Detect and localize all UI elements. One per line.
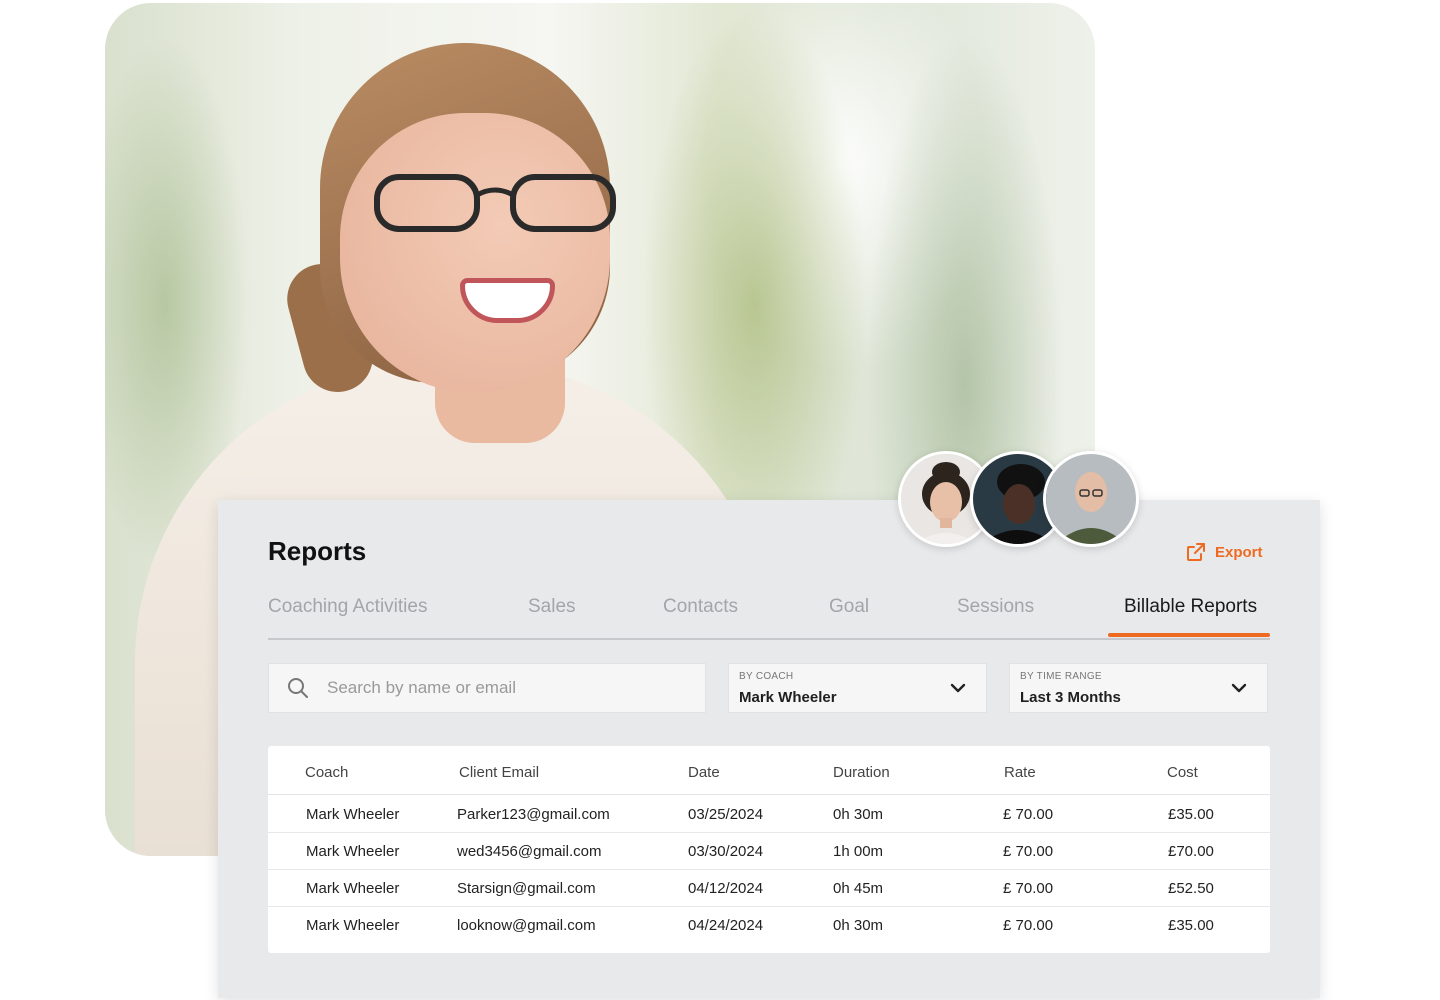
- cell-date: 04/24/2024: [688, 917, 764, 934]
- external-link-icon: [1187, 543, 1205, 561]
- coach-filter-label: BY COACH: [739, 671, 794, 682]
- table-row[interactable]: Mark Wheeler Parker123@gmail.com 03/25/2…: [268, 795, 1270, 833]
- cell-duration: 0h 30m: [833, 917, 884, 934]
- tab-billable-reports[interactable]: Billable Reports: [1124, 596, 1257, 638]
- column-header-cost[interactable]: Cost: [1167, 764, 1198, 781]
- cell-client-email: Starsign@gmail.com: [457, 880, 596, 897]
- avatar-man-bald-portrait: [1046, 454, 1136, 544]
- cell-duration: 1h 00m: [833, 843, 884, 860]
- search-icon: [288, 678, 308, 698]
- time-range-filter-select[interactable]: BY TIME RANGE Last 3 Months: [1009, 663, 1268, 713]
- avatar-man-bald: [1043, 451, 1139, 547]
- reports-card: Reports Export Coaching Activities Sales…: [218, 500, 1320, 998]
- tab-goal[interactable]: Goal: [829, 596, 869, 638]
- table-row[interactable]: Mark Wheeler Starsign@gmail.com 04/12/20…: [268, 869, 1270, 907]
- cell-client-email: looknow@gmail.com: [457, 917, 596, 934]
- cell-duration: 0h 30m: [833, 806, 884, 823]
- tab-contacts[interactable]: Contacts: [663, 596, 738, 638]
- tab-sales[interactable]: Sales: [528, 596, 576, 638]
- column-header-client-email[interactable]: Client Email: [459, 764, 539, 781]
- table-header: Coach Client Email Date Duration Rate Co…: [268, 746, 1270, 795]
- report-tabs: Coaching Activities Sales Contacts Goal …: [268, 596, 1270, 640]
- coach-filter-select[interactable]: BY COACH Mark Wheeler: [728, 663, 987, 713]
- cell-cost: £35.00: [1168, 806, 1214, 823]
- cell-cost: £70.00: [1168, 843, 1214, 860]
- cell-rate: £ 70.00: [1003, 917, 1054, 934]
- cell-rate: £ 70.00: [1003, 843, 1054, 860]
- billable-table: Coach Client Email Date Duration Rate Co…: [268, 746, 1270, 953]
- active-tab-indicator: [1108, 633, 1270, 637]
- cell-duration: 0h 45m: [833, 880, 884, 897]
- cell-rate: £ 70.00: [1003, 880, 1054, 897]
- tab-coaching-activities[interactable]: Coaching Activities: [268, 596, 427, 638]
- column-header-rate[interactable]: Rate: [1004, 764, 1036, 781]
- table-row[interactable]: Mark Wheeler wed3456@gmail.com 03/30/202…: [268, 832, 1270, 870]
- time-range-filter-value: Last 3 Months: [1020, 689, 1121, 706]
- cell-client-email: wed3456@gmail.com: [457, 843, 602, 860]
- search-input[interactable]: [325, 677, 689, 699]
- chevron-down-icon: [1231, 683, 1247, 693]
- cell-coach: Mark Wheeler: [306, 880, 400, 897]
- cell-cost: £52.50: [1168, 880, 1214, 897]
- search-box: [268, 663, 706, 713]
- export-label: Export: [1215, 543, 1263, 561]
- column-header-duration[interactable]: Duration: [833, 764, 890, 781]
- table-row[interactable]: Mark Wheeler looknow@gmail.com 04/24/202…: [268, 906, 1270, 943]
- cell-date: 03/25/2024: [688, 806, 764, 823]
- cell-date: 04/12/2024: [688, 880, 764, 897]
- hero-face: [340, 113, 610, 393]
- cell-coach: Mark Wheeler: [306, 806, 400, 823]
- cell-coach: Mark Wheeler: [306, 843, 400, 860]
- hero-glasses: [374, 174, 616, 232]
- coach-filter-value: Mark Wheeler: [739, 689, 837, 706]
- time-range-filter-label: BY TIME RANGE: [1020, 671, 1102, 682]
- chevron-down-icon: [950, 683, 966, 693]
- cell-date: 03/30/2024: [688, 843, 764, 860]
- export-button[interactable]: Export: [1186, 542, 1263, 562]
- cell-coach: Mark Wheeler: [306, 917, 400, 934]
- column-header-coach[interactable]: Coach: [305, 764, 348, 781]
- cell-rate: £ 70.00: [1003, 806, 1054, 823]
- tab-sessions[interactable]: Sessions: [957, 596, 1034, 638]
- page-title: Reports: [268, 536, 367, 566]
- column-header-date[interactable]: Date: [688, 764, 720, 781]
- cell-client-email: Parker123@gmail.com: [457, 806, 610, 823]
- cell-cost: £35.00: [1168, 917, 1214, 934]
